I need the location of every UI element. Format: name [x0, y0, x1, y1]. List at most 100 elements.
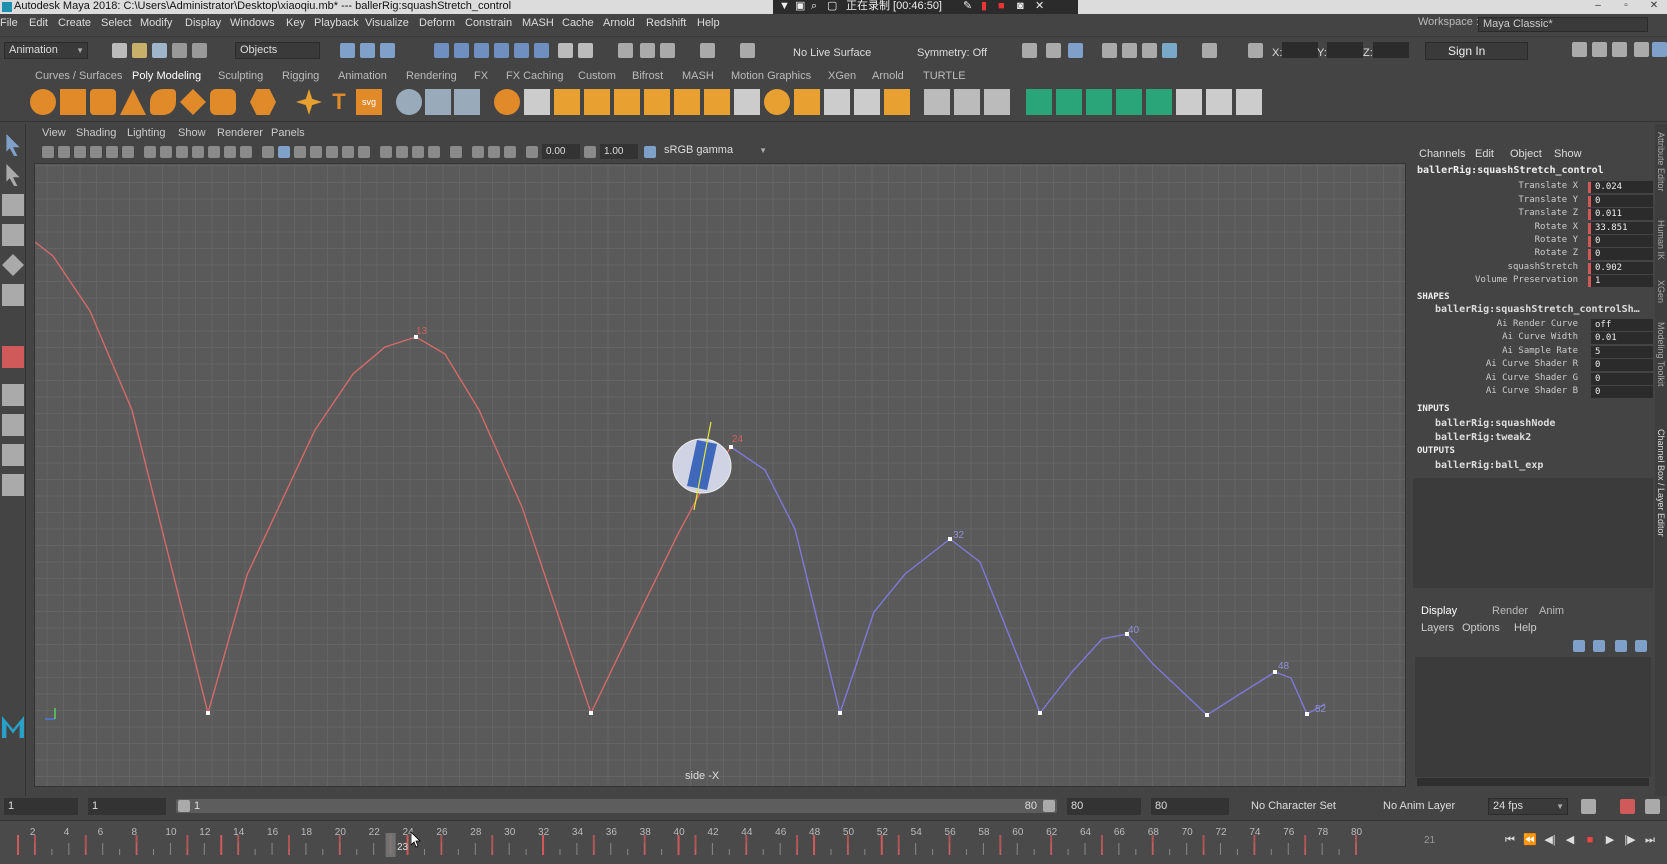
shape-node-name[interactable]: ballerRig:squashStretch_controlSh…: [1435, 304, 1640, 315]
image-plane-icon[interactable]: [90, 146, 102, 158]
range-slider[interactable]: 1 80: [176, 799, 1057, 813]
select-hierarchy-icon[interactable]: [340, 43, 355, 58]
preferences-icon[interactable]: [1645, 799, 1660, 814]
bake-icon[interactable]: [1146, 89, 1172, 115]
go-to-start-icon[interactable]: ⏮: [1503, 833, 1517, 847]
new-layer-icon[interactable]: [1615, 640, 1627, 652]
move-layer-up-icon[interactable]: [1573, 640, 1585, 652]
multi-cut-icon[interactable]: [674, 89, 700, 115]
y-coord-field[interactable]: [1327, 42, 1363, 58]
attr-value-field[interactable]: 33.851: [1591, 222, 1653, 234]
playback-start-field[interactable]: 1: [88, 798, 166, 815]
edge-loop-icon[interactable]: [734, 89, 760, 115]
menu-redshift[interactable]: Redshift: [646, 17, 686, 29]
tab-modeling-toolkit[interactable]: Modeling Toolkit: [1656, 322, 1666, 386]
lock-icon[interactable]: [558, 43, 573, 58]
xray-icon[interactable]: [472, 146, 484, 158]
live-surface-label[interactable]: No Live Surface: [793, 47, 871, 59]
last-tool-icon[interactable]: [2, 346, 24, 368]
new-layer-selected-icon[interactable]: [1635, 640, 1647, 652]
target-weld-icon[interactable]: [704, 89, 730, 115]
attr-value-field[interactable]: 0: [1591, 373, 1653, 385]
tab-arnold[interactable]: Arnold: [872, 70, 904, 82]
tab-poly-modeling[interactable]: Poly Modeling: [132, 70, 201, 82]
history-icon[interactable]: [618, 43, 633, 58]
attr-row[interactable]: Ai Curve Shader R0: [1413, 359, 1653, 372]
attr-value-field[interactable]: 0.011: [1591, 208, 1653, 220]
cb-menu-show[interactable]: Show: [1554, 148, 1582, 160]
tab-bifrost[interactable]: Bifrost: [632, 70, 663, 82]
maximize-icon[interactable]: ▫: [1617, 0, 1635, 13]
quadrangulate-icon[interactable]: [984, 89, 1010, 115]
input-node[interactable]: ballerRig:tweak2: [1435, 432, 1531, 443]
cb-menu-channels[interactable]: Channels: [1419, 148, 1465, 160]
boolean-icon[interactable]: [494, 89, 520, 115]
select-tool-icon[interactable]: [6, 134, 20, 156]
select-component-icon[interactable]: [380, 43, 395, 58]
layer-tab-display[interactable]: Display: [1421, 605, 1457, 617]
tab-sculpting[interactable]: Sculpting: [218, 70, 263, 82]
menu-arnold[interactable]: Arnold: [603, 17, 635, 29]
lights-icon[interactable]: [342, 146, 354, 158]
2d-pan-zoom-icon[interactable]: [122, 146, 134, 158]
attr-value-field[interactable]: 0: [1591, 235, 1653, 247]
attr-row[interactable]: Volume Preservation 1: [1413, 275, 1653, 288]
bookmark-icon[interactable]: [74, 146, 86, 158]
tab-xgen[interactable]: XGen: [1656, 280, 1666, 303]
camera-attributes-icon[interactable]: [58, 146, 70, 158]
menu-windows[interactable]: Windows: [230, 17, 275, 29]
combine-icon[interactable]: [396, 89, 422, 115]
camera-select-icon[interactable]: [42, 146, 54, 158]
pause-icon[interactable]: ▮: [981, 0, 987, 13]
range-end-handle[interactable]: [1043, 800, 1055, 812]
move-tool-icon[interactable]: [2, 224, 24, 246]
tab-fx[interactable]: FX: [474, 70, 488, 82]
symmetry-label[interactable]: Symmetry: Off: [917, 47, 987, 59]
tab-motion-graphics[interactable]: Motion Graphics: [731, 70, 811, 82]
smooth-shade-icon[interactable]: [278, 146, 290, 158]
menu-file[interactable]: File: [0, 17, 18, 29]
step-back-frame-icon[interactable]: ◀|: [1543, 833, 1557, 847]
screen-icon[interactable]: ▢: [827, 0, 837, 13]
restore-icon[interactable]: ▣: [795, 0, 805, 13]
layout-four-icon[interactable]: [2, 414, 24, 436]
wireframe-icon[interactable]: [262, 146, 274, 158]
layer-tab-anim[interactable]: Anim: [1539, 605, 1564, 617]
poly-disc-icon[interactable]: [210, 89, 236, 115]
cut-icon[interactable]: [1236, 89, 1262, 115]
vp-menu-view[interactable]: View: [42, 127, 66, 139]
fps-dropdown[interactable]: 24 fps ▼: [1488, 798, 1568, 815]
safe-action-icon[interactable]: [224, 146, 236, 158]
field-chart-icon[interactable]: [208, 146, 220, 158]
shadows-icon[interactable]: [358, 146, 370, 158]
attr-value-field[interactable]: 1: [1591, 275, 1653, 287]
append-polygon-icon[interactable]: [644, 89, 670, 115]
poly-plane-icon[interactable]: [180, 89, 206, 115]
time-slider[interactable]: 2 4 6 8 10 12 14 16 18 20 22 24 26 28 30 32 34 36 38 40 42 44…: [0, 820, 1667, 864]
exposure-icon[interactable]: [526, 146, 538, 158]
antialiasing-icon[interactable]: [412, 146, 424, 158]
gamma-field[interactable]: 1.00: [600, 144, 638, 159]
uv-unfold-icon[interactable]: [794, 89, 820, 115]
platonic-solid-icon[interactable]: [250, 89, 276, 115]
playback-end-field[interactable]: 80: [1067, 798, 1141, 815]
tab-attribute-editor[interactable]: Attribute Editor: [1656, 132, 1666, 192]
color-management-icon[interactable]: [644, 146, 656, 158]
tab-xgen[interactable]: XGen: [828, 70, 856, 82]
character-set-dropdown[interactable]: No Character Set: [1251, 798, 1336, 815]
layer-tab-render[interactable]: Render: [1492, 605, 1528, 617]
input-node[interactable]: ballerRig:squashNode: [1435, 418, 1555, 429]
normals-icon[interactable]: [1116, 89, 1142, 115]
attr-row[interactable]: Rotate Y0: [1413, 235, 1653, 248]
snap-view-icon[interactable]: [494, 43, 509, 58]
quad-draw-icon[interactable]: [884, 89, 910, 115]
grid-toggle-icon[interactable]: [144, 146, 156, 158]
fill-hole-icon[interactable]: [614, 89, 640, 115]
tab-rigging[interactable]: Rigging: [282, 70, 319, 82]
move-layer-down-icon[interactable]: [1593, 640, 1605, 652]
camera-icon[interactable]: ◙: [1017, 0, 1024, 13]
lasso-tool-icon[interactable]: [6, 164, 20, 186]
scale-tool-icon[interactable]: [2, 284, 24, 306]
channel-box-icon[interactable]: [1634, 42, 1649, 57]
layer-menu-help[interactable]: Help: [1514, 622, 1537, 634]
